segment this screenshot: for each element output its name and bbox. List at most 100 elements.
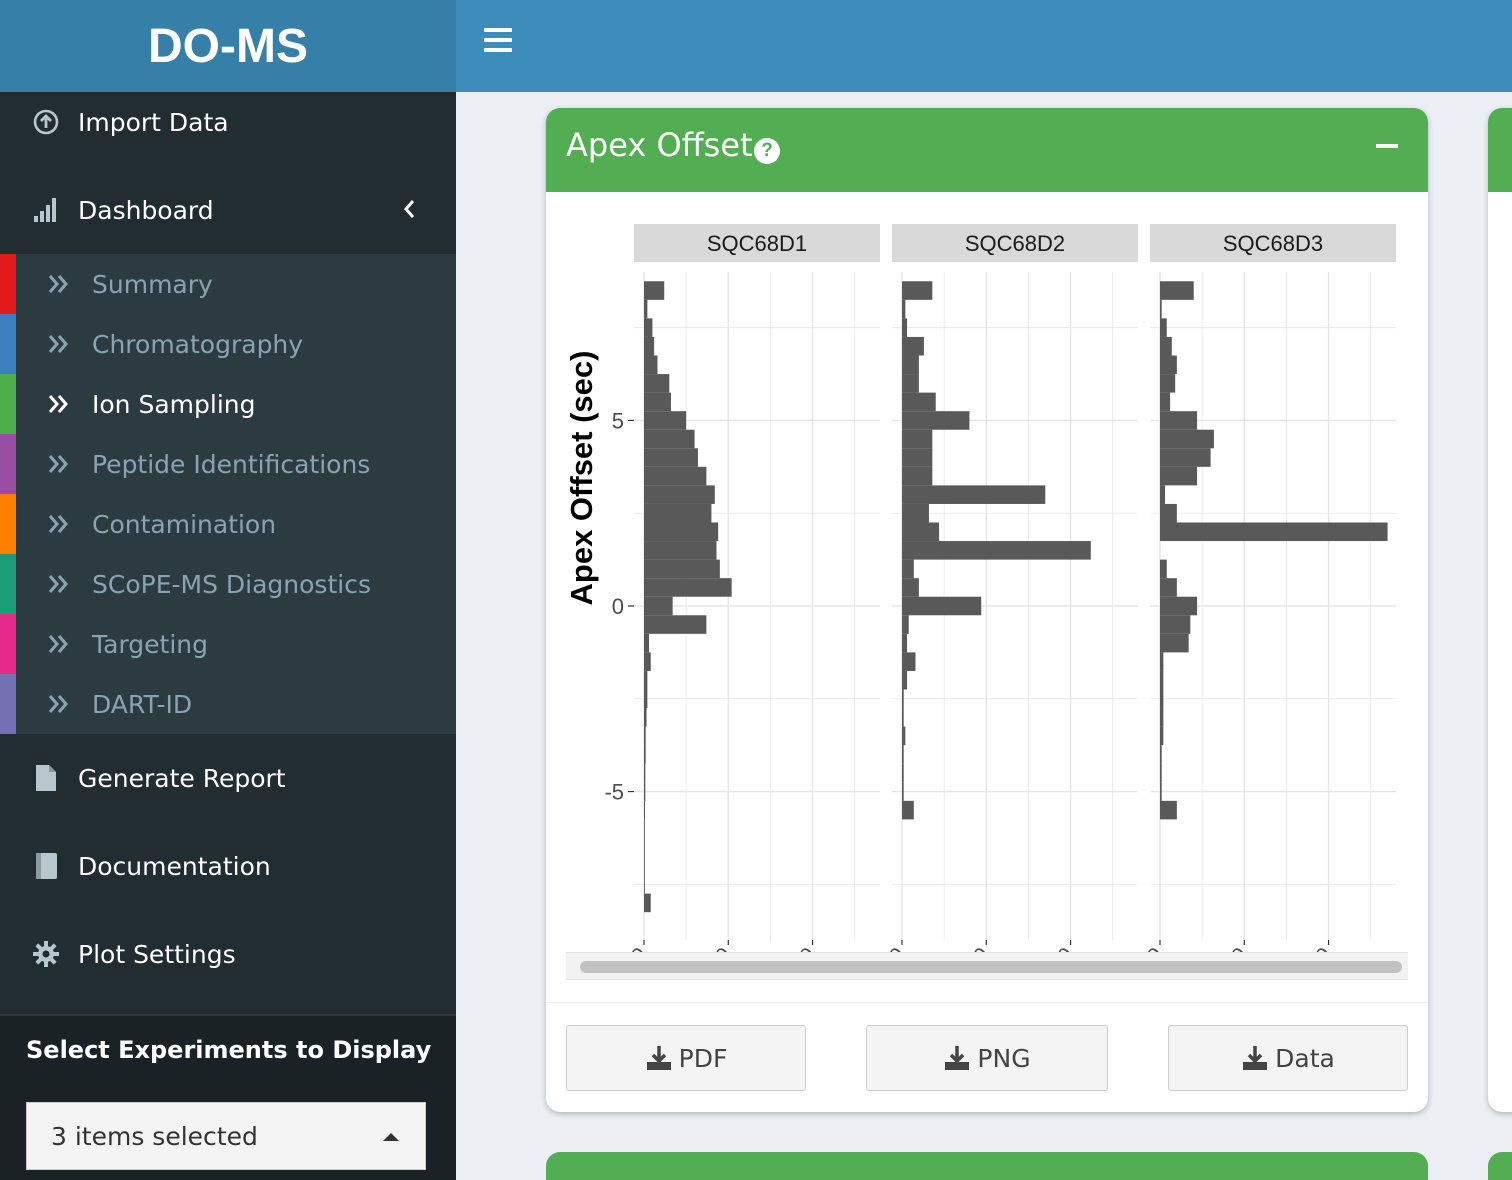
- double-chevron-right-icon: [48, 275, 68, 293]
- experiment-multiselect[interactable]: 3 items selected: [26, 1102, 426, 1170]
- histogram-bar: [644, 578, 732, 597]
- button-label: PDF: [678, 1043, 728, 1073]
- histogram-bar: [644, 559, 720, 579]
- sidebar-item-targeting[interactable]: Targeting: [0, 614, 456, 674]
- histogram-bar: [1160, 299, 1162, 319]
- histogram-bar: [644, 633, 650, 653]
- histogram-bar: [644, 689, 648, 709]
- scrollbar-thumb[interactable]: [580, 961, 1402, 973]
- color-stripe: [0, 254, 16, 314]
- sidebar-item-documentation[interactable]: Documentation: [0, 836, 456, 896]
- histogram-bar: [644, 466, 707, 486]
- download-pdf-button[interactable]: PDF: [566, 1025, 806, 1091]
- upload-circle-icon: [32, 108, 60, 136]
- histogram-bar: [1160, 782, 1162, 801]
- histogram-bar: [902, 392, 936, 412]
- sidebar-item-import-data[interactable]: Import Data: [0, 92, 456, 152]
- sidebar-item-ion-sampling[interactable]: Ion Sampling: [0, 374, 456, 434]
- histogram-bar: [902, 726, 906, 746]
- histogram-bar: [902, 466, 933, 486]
- book-icon: [32, 852, 60, 880]
- sidebar-item-label: Chromatography: [92, 329, 304, 359]
- double-chevron-right-icon: [48, 395, 68, 413]
- sidebar-item-label: Import Data: [78, 107, 229, 137]
- histogram-bar: [1160, 522, 1388, 542]
- histogram-bar: [902, 522, 940, 542]
- horizontal-scrollbar[interactable]: [566, 952, 1408, 980]
- sidebar-item-label: SCoPE-MS Diagnostics: [92, 569, 371, 599]
- histogram-bar: [644, 800, 646, 820]
- sidebar-item-dart-id[interactable]: DART-ID: [0, 674, 456, 734]
- sidebar-toggle-icon[interactable]: [484, 28, 512, 54]
- histogram-bar: [1160, 392, 1171, 412]
- sidebar-item-peptide-identifications[interactable]: Peptide Identifications: [0, 434, 456, 494]
- double-chevron-right-icon: [48, 575, 68, 593]
- histogram-bar: [644, 837, 645, 857]
- sidebar-item-scope-ms-diagnostics[interactable]: SCoPE-MS Diagnostics: [0, 554, 456, 614]
- sidebar-item-label: DART-ID: [92, 689, 193, 719]
- histogram-bar: [1160, 503, 1177, 523]
- panel-footer: PDF PNG Data: [546, 1002, 1428, 1112]
- histogram-bar: [644, 485, 715, 504]
- sidebar-item-generate-report[interactable]: Generate Report: [0, 748, 456, 808]
- sidebar-item-summary[interactable]: Summary: [0, 254, 456, 314]
- histogram-bar: [644, 615, 707, 634]
- histogram-bar: [1160, 633, 1189, 653]
- histogram-bar: [902, 448, 933, 467]
- sidebar-item-label: Ion Sampling: [92, 389, 256, 419]
- histogram-bar: [902, 411, 970, 430]
- sidebar-item-label: Contamination: [92, 509, 277, 539]
- next-panel-header: [1488, 1152, 1512, 1180]
- histogram-bar: [644, 782, 646, 801]
- sidebar-item-chromatography[interactable]: Chromatography: [0, 314, 456, 374]
- histogram-bar: [644, 875, 645, 894]
- sidebar-item-contamination[interactable]: Contamination: [0, 494, 456, 554]
- histogram-bar: [644, 299, 648, 319]
- y-tick-label: 5: [612, 408, 624, 433]
- download-icon: [1243, 1046, 1268, 1070]
- question-circle-icon[interactable]: ?: [754, 138, 780, 164]
- histogram-bar: [644, 708, 647, 727]
- sidebar-item-label: Plot Settings: [78, 939, 236, 969]
- experiment-selector-title: Select Experiments to Display: [26, 1036, 432, 1064]
- sidebar-item-label: Documentation: [78, 851, 271, 881]
- histogram-bar: [902, 299, 906, 319]
- facet-label: SQC68D2: [965, 231, 1065, 256]
- histogram-bar: [1160, 708, 1164, 727]
- double-chevron-right-icon: [48, 695, 68, 713]
- app-logo[interactable]: DO-MS: [0, 0, 456, 92]
- y-tick-label: -5: [604, 780, 624, 805]
- multiselect-value: 3 items selected: [51, 1121, 258, 1151]
- collapse-button[interactable]: [1376, 144, 1398, 148]
- histogram-bar: [644, 318, 653, 337]
- histogram-bar: [1160, 411, 1198, 430]
- color-stripe: [0, 434, 16, 494]
- histogram-bar: [644, 522, 719, 542]
- histogram-bar: [644, 429, 695, 449]
- sidebar-item-label: Peptide Identifications: [92, 449, 371, 479]
- histogram-bar: [1160, 745, 1162, 764]
- adjacent-panel: [1488, 108, 1512, 1112]
- sidebar-item-dashboard[interactable]: Dashboard: [0, 180, 456, 240]
- histogram-bar: [644, 856, 645, 876]
- double-chevron-right-icon: [48, 455, 68, 473]
- apex-offset-panel: Apex Offset ? SQC68D105001000SQC68D20500…: [546, 108, 1428, 1112]
- sidebar-item-label: Generate Report: [78, 763, 286, 793]
- histogram-bar: [644, 411, 687, 430]
- sidebar-item-plot-settings[interactable]: Plot Settings: [0, 924, 456, 984]
- histogram-bar: [1160, 429, 1214, 449]
- download-png-button[interactable]: PNG: [866, 1025, 1108, 1091]
- download-data-button[interactable]: Data: [1168, 1025, 1408, 1091]
- histogram-bar: [1160, 559, 1167, 579]
- sidebar-item-label: Summary: [92, 269, 213, 299]
- color-stripe: [0, 554, 16, 614]
- histogram-bar: [644, 503, 712, 523]
- histogram-bar: [1160, 448, 1211, 467]
- button-label: Data: [1275, 1043, 1335, 1073]
- button-label: PNG: [977, 1043, 1031, 1073]
- download-icon: [646, 1046, 671, 1070]
- facet-label: SQC68D1: [707, 231, 807, 256]
- histogram-bar: [1160, 689, 1164, 709]
- histogram-bar: [644, 596, 673, 616]
- histogram-bar: [902, 782, 904, 801]
